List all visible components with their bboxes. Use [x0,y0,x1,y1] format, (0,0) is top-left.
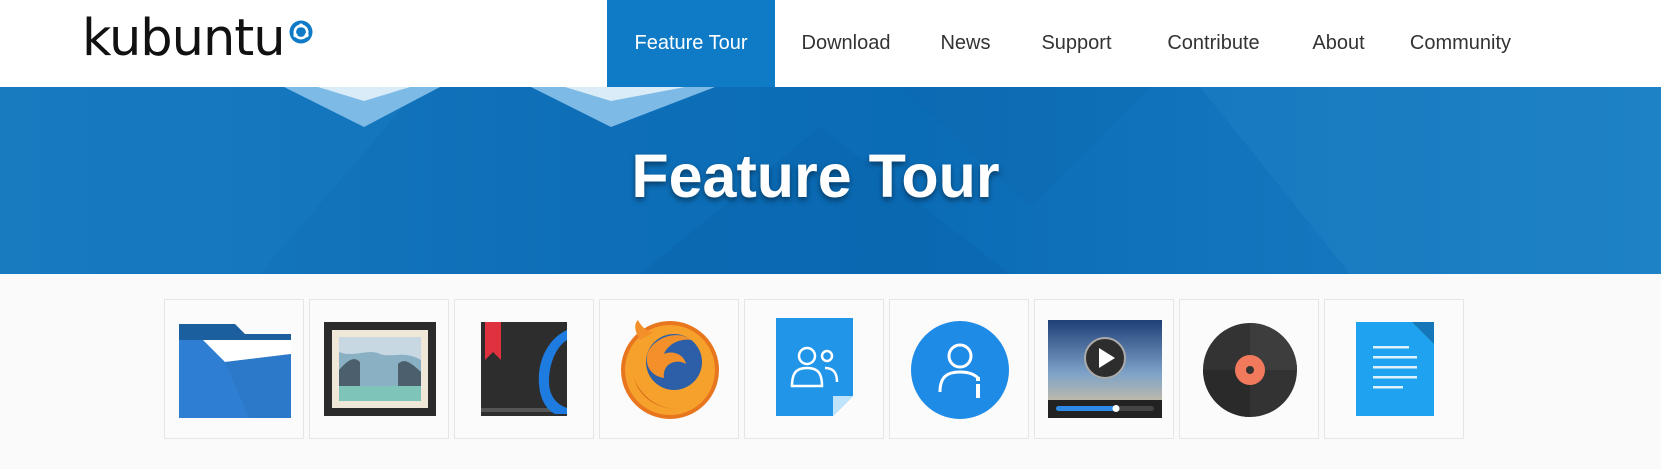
user-info-icon [911,321,1009,419]
image-viewer-icon [324,322,436,416]
music-player-icon [1203,323,1297,417]
kubuntu-logo[interactable]: kubuntu [82,9,314,68]
page-title: Feature Tour [631,142,1000,210]
nav-support[interactable]: Support [1014,0,1139,87]
feature-card-contacts[interactable] [744,299,884,439]
feature-card-files[interactable] [164,299,304,439]
nav-feature-tour[interactable]: Feature Tour [607,0,775,87]
nav-contribute[interactable]: Contribute [1139,0,1288,87]
nav-download[interactable]: Download [775,0,917,87]
feature-card-music[interactable] [1179,299,1319,439]
feature-card-books[interactable] [454,299,594,439]
feature-card-documents[interactable] [1324,299,1464,439]
feature-grid [164,299,1469,439]
document-icon [1356,322,1434,416]
feature-card-browser[interactable] [599,299,739,439]
folder-icon [179,324,291,418]
main-nav: Feature Tour Download News Support Contr… [607,0,1532,87]
firefox-icon [621,320,719,419]
feature-card-user-info[interactable] [889,299,1029,439]
kubuntu-gear-icon [289,20,313,44]
site-header: kubuntu Feature Tour Download News Suppo… [0,0,1661,87]
nav-news[interactable]: News [917,0,1014,87]
nav-about[interactable]: About [1288,0,1389,87]
hero-banner: Feature Tour [0,87,1661,274]
video-player-icon [1048,320,1162,418]
logo-wordmark: kubuntu [82,9,286,68]
contacts-icon [776,318,853,416]
feature-card-images[interactable] [309,299,449,439]
nav-community[interactable]: Community [1389,0,1532,87]
feature-card-video[interactable] [1034,299,1174,439]
ebook-reader-icon [481,322,567,416]
